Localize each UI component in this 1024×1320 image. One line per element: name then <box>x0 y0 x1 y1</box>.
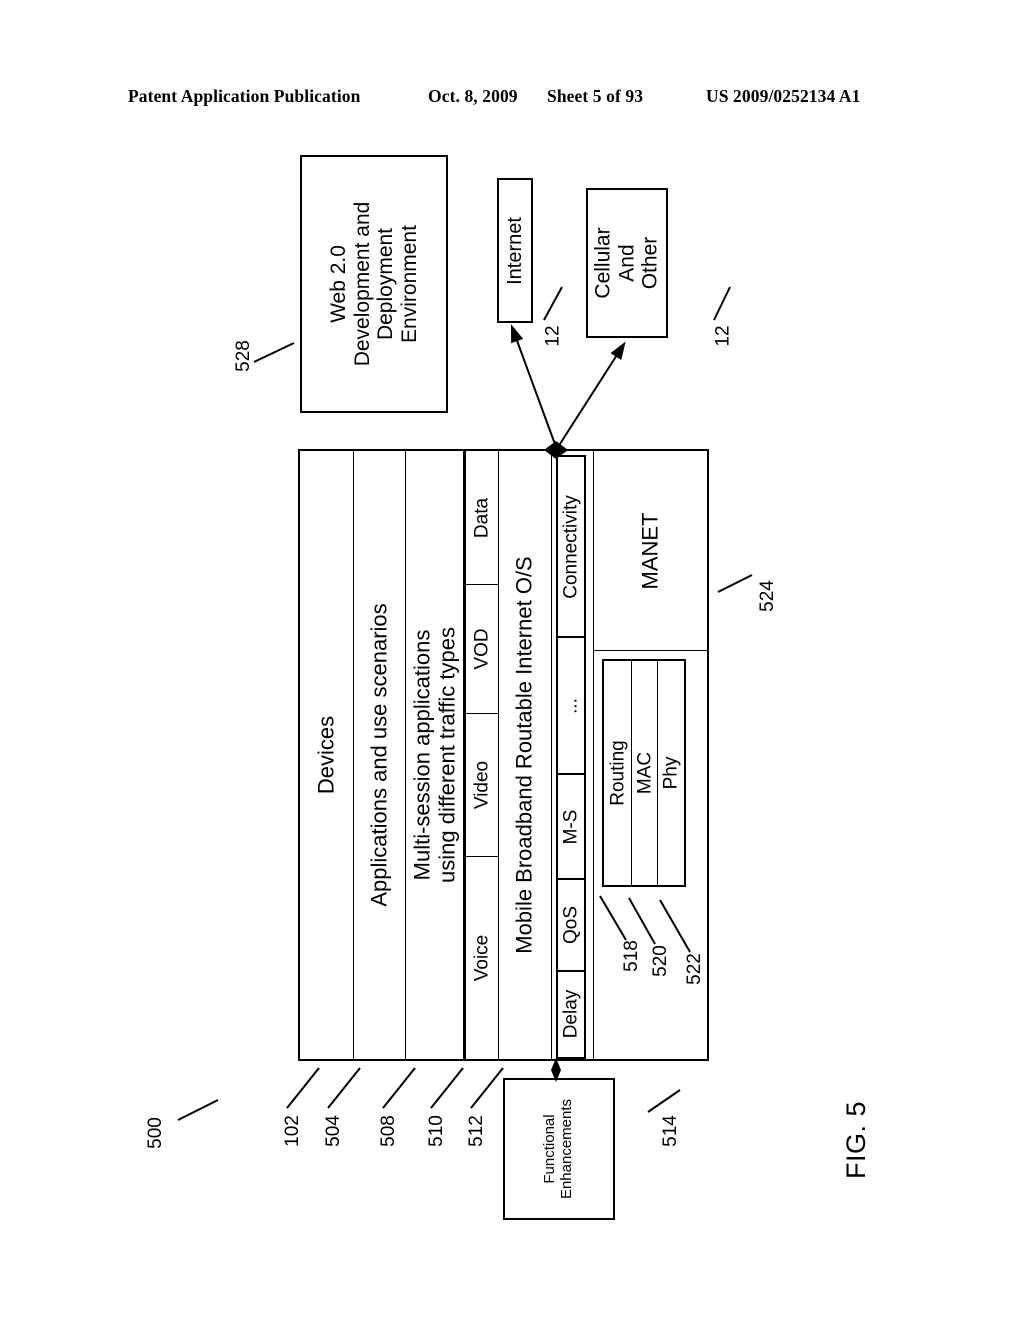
internet-box: Internet <box>497 178 533 323</box>
leader-12-cellular <box>713 286 731 321</box>
multisession-label: Multi-session applications using differe… <box>408 627 459 883</box>
web20-environment-box: Web 2.0 Development and Deployment Envir… <box>300 155 448 413</box>
ref-524: 524 <box>756 580 778 612</box>
figure-label: FIG. 5 <box>826 1075 886 1205</box>
stack-row-layers: Connectivity ... M-S QoS Delay <box>552 451 594 1059</box>
stack-row-applications: Applications and use scenarios <box>354 451 406 1059</box>
layer-delay: Delay <box>558 972 584 1056</box>
ref-12-cellular: 12 <box>712 325 734 347</box>
leader-512 <box>470 1067 504 1109</box>
layer-strip: Connectivity ... M-S QoS Delay <box>556 455 586 1059</box>
layer-qos: QoS <box>558 880 584 972</box>
ref-522: 522 <box>683 953 705 985</box>
header-date: Oct. 8, 2009 <box>428 86 518 106</box>
ref-510: 510 <box>425 1115 447 1147</box>
phy-label: Phy <box>660 756 682 790</box>
traffic-vod-label: VOD <box>471 628 493 670</box>
stack-row-devices: Devices <box>300 451 354 1059</box>
traffic-type-video: Video <box>466 714 498 857</box>
ref-500: 500 <box>144 1117 166 1149</box>
layer-qos-label: QoS <box>560 905 582 945</box>
leader-528 <box>253 342 295 363</box>
applications-label: Applications and use scenarios <box>366 603 392 907</box>
leader-514 <box>647 1089 681 1113</box>
sublayer-mac: MAC <box>632 661 658 885</box>
leader-500 <box>177 1099 219 1121</box>
leader-508 <box>382 1067 416 1109</box>
ref-520: 520 <box>649 945 671 977</box>
manet-label: MANET <box>637 512 663 589</box>
traffic-type-voice: Voice <box>466 857 498 1059</box>
layer-connectivity: Connectivity <box>558 457 584 638</box>
header-publication-title: Patent Application Publication <box>128 86 361 106</box>
stack-row-os: Mobile Broadband Routable Internet O/S <box>499 451 552 1059</box>
cellular-and-other-box: Cellular And Other <box>586 188 668 338</box>
header-sheet: Sheet 5 of 93 <box>547 86 644 106</box>
traffic-data-label: Data <box>471 497 493 538</box>
traffic-type-data: Data <box>466 451 498 585</box>
routing-mac-phy-box: Routing MAC Phy <box>602 659 686 887</box>
cellular-label: Cellular And Other <box>591 227 662 299</box>
devices-label: Devices <box>313 715 339 795</box>
layer-ellipsis-label: ... <box>560 697 582 714</box>
manet-region: MANET <box>594 451 707 651</box>
layer-ms-label: M-S <box>560 809 582 844</box>
ref-508: 508 <box>377 1115 399 1147</box>
internet-label: Internet <box>503 216 526 285</box>
header-publication-number: US 2009/0252134 A1 <box>706 86 861 106</box>
layer-delay-label: Delay <box>560 989 582 1039</box>
layer-connectivity-label: Connectivity <box>560 494 582 599</box>
ref-514: 514 <box>659 1115 681 1147</box>
leader-12-internet <box>543 286 563 321</box>
ref-512: 512 <box>465 1115 487 1147</box>
ref-528: 528 <box>232 340 254 372</box>
sublayer-routing: Routing <box>604 661 632 885</box>
stack-row-traffic-types: Data VOD Video Voice <box>466 451 499 1059</box>
routing-label: Routing <box>606 740 628 806</box>
traffic-voice-label: Voice <box>471 934 493 982</box>
functional-enhancements-box: Functional Enhancements <box>503 1078 615 1220</box>
os-label: Mobile Broadband Routable Internet O/S <box>511 556 537 954</box>
functional-enhancements-label: Functional Enhancements <box>541 1098 575 1200</box>
ref-102: 102 <box>281 1115 303 1147</box>
layer-ms: M-S <box>558 775 584 880</box>
ref-504: 504 <box>322 1115 344 1147</box>
leader-504 <box>327 1067 361 1109</box>
web20-label: Web 2.0 Development and Deployment Envir… <box>326 201 421 367</box>
stack-row-multisession: Multi-session applications using differe… <box>406 451 466 1059</box>
manet-sublayer-region: Routing MAC Phy <box>594 651 707 1059</box>
traffic-video-label: Video <box>471 760 493 810</box>
arrow-to-cellular <box>557 341 626 448</box>
ref-518: 518 <box>620 940 642 972</box>
figure-label-text: FIG. 5 <box>840 1100 871 1180</box>
leader-524 <box>717 574 753 593</box>
ref-12-internet: 12 <box>542 325 564 347</box>
leader-510 <box>430 1067 464 1109</box>
traffic-type-vod: VOD <box>466 585 498 714</box>
sublayer-phy: Phy <box>658 661 684 885</box>
publication-header: Patent Application Publication Oct. 8, 2… <box>0 86 1024 112</box>
layer-ellipsis: ... <box>558 638 584 775</box>
mac-label: MAC <box>633 751 655 795</box>
leader-102 <box>286 1067 320 1109</box>
